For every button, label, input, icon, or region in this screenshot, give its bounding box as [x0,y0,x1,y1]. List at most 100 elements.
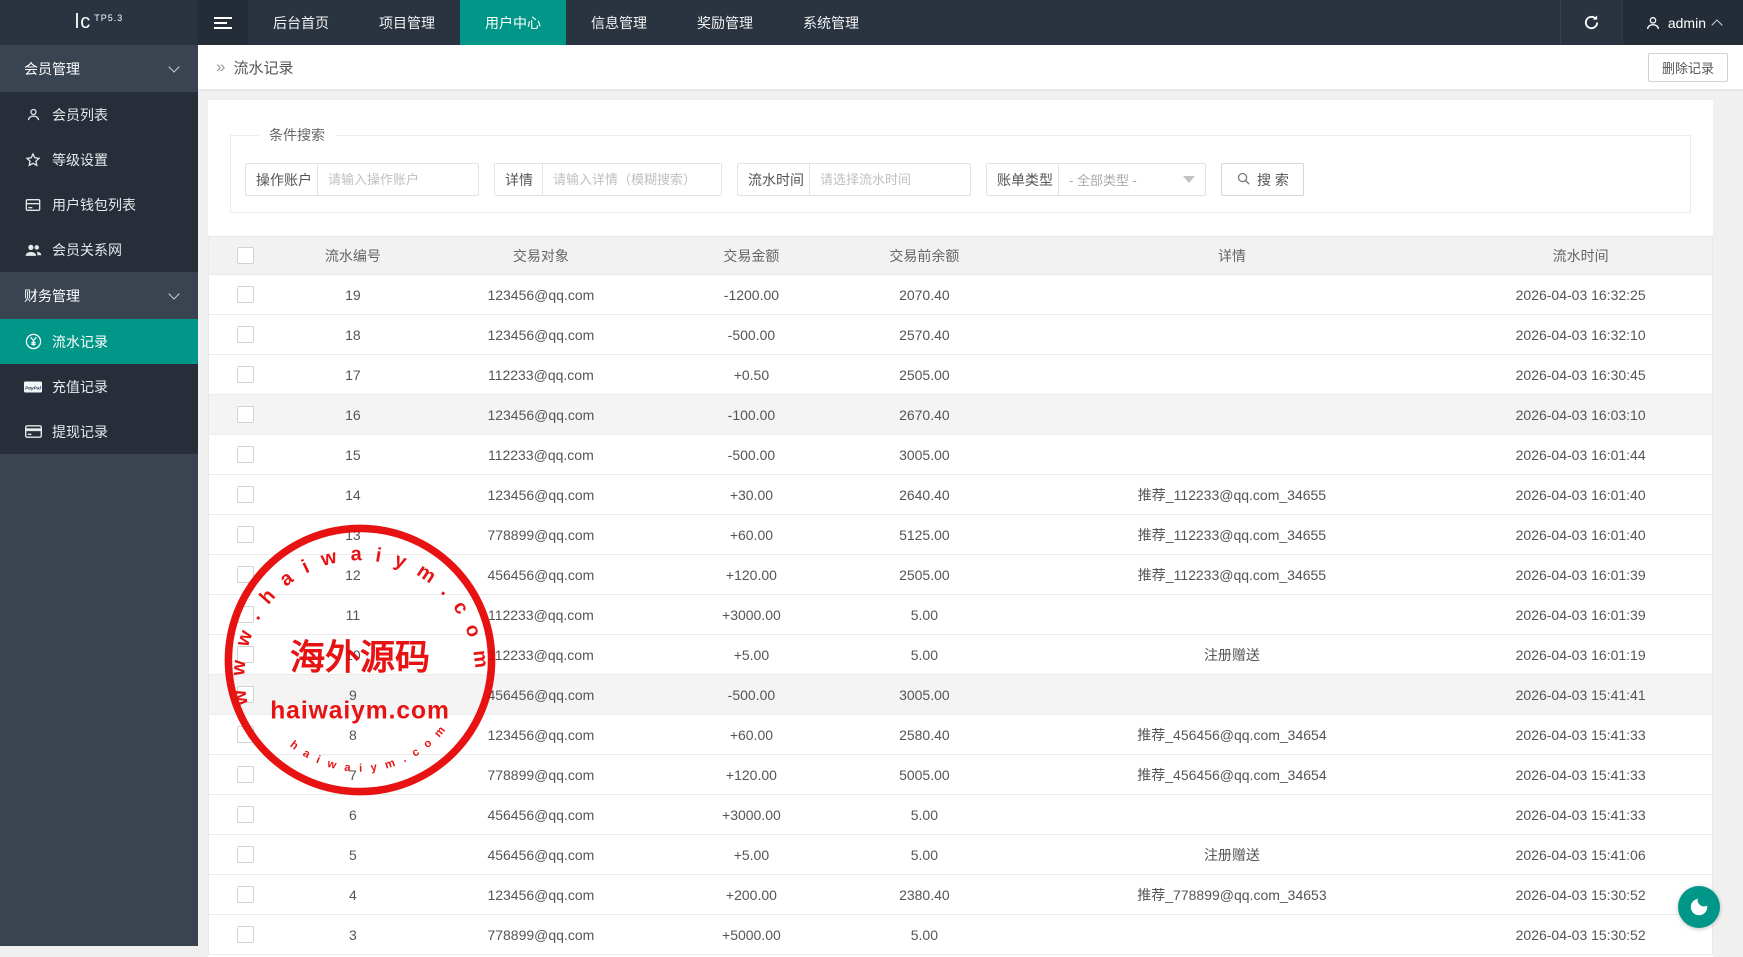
bill-type-select[interactable]: - 全部类型 - [1059,164,1205,195]
cell-detail [1015,315,1450,355]
col-header-account: 交易对象 [413,237,669,275]
sidebar-item-用户钱包列表[interactable]: 用户钱包列表 [0,182,198,227]
cell-amount: +30.00 [669,475,834,515]
row-checkbox[interactable] [237,606,254,623]
cell-id: 19 [293,275,413,315]
search-button[interactable]: 搜 索 [1221,163,1304,196]
cell-account: 456456@qq.com [413,675,669,715]
row-checkbox[interactable] [237,286,254,303]
row-checkbox[interactable] [237,926,254,943]
app-version: TP5.3 [94,13,123,23]
sidebar-item-充值记录[interactable]: PayPal充值记录 [0,364,198,409]
table-header-row: 流水编号 交易对象 交易金额 交易前余额 详情 流水时间 [209,237,1713,275]
cell-id: 18 [293,315,413,355]
col-header-time: 流水时间 [1449,237,1712,275]
hamburger-icon [214,14,232,32]
search-input-0[interactable] [318,164,478,195]
row-checkbox[interactable] [237,446,254,463]
search-input-2[interactable] [810,164,970,195]
cell-balance: 2580.40 [834,715,1014,755]
sidebar-toggle-button[interactable] [198,0,248,45]
row-checkbox[interactable] [237,406,254,423]
sidebar-item-会员关系网[interactable]: 会员关系网 [0,227,198,272]
row-checkbox[interactable] [237,726,254,743]
cell-detail [1015,795,1450,835]
cell-time: 2026-04-03 16:03:10 [1449,395,1712,435]
sidebar-item-流水记录[interactable]: 流水记录 [0,319,198,364]
col-header-detail: 详情 [1015,237,1450,275]
top-nav-item-1[interactable]: 项目管理 [354,0,460,45]
cell-account: 112233@qq.com [413,435,669,475]
chevron-down-icon [168,61,179,72]
sidebar-item-label: 流水记录 [52,332,108,352]
delete-records-button[interactable]: 删除记录 [1648,53,1728,82]
search-row: 操作账户详情流水时间账单类型- 全部类型 -搜 索 [245,163,1676,196]
sidebar-item-会员列表[interactable]: 会员列表 [0,92,198,137]
top-nav-item-4[interactable]: 奖励管理 [672,0,778,45]
cell-amount: +60.00 [669,515,834,555]
top-nav-item-0[interactable]: 后台首页 [248,0,354,45]
records-table: 流水编号 交易对象 交易金额 交易前余额 详情 流水时间 19 123456@qq… [208,236,1713,955]
cell-balance: 5.00 [834,595,1014,635]
cell-detail: 推荐_112233@qq.com_34655 [1015,555,1450,595]
row-checkbox[interactable] [237,646,254,663]
row-checkbox[interactable] [237,766,254,783]
row-checkbox[interactable] [237,846,254,863]
sidebar-item-label: 充值记录 [52,377,108,397]
cell-time: 2026-04-03 16:01:40 [1449,475,1712,515]
cell-account: 123456@qq.com [413,715,669,755]
cell-id: 14 [293,475,413,515]
row-checkbox[interactable] [237,806,254,823]
cell-amount: -1200.00 [669,275,834,315]
float-action-icon [1688,896,1710,918]
row-checkbox[interactable] [237,366,254,383]
table-row-16: 16123456@qq.com-100.002670.402026-04-03 … [209,395,1713,435]
cell-balance: 3005.00 [834,675,1014,715]
star-icon [24,152,42,168]
cell-amount: +120.00 [669,555,834,595]
cell-id: 9 [293,675,413,715]
refresh-button[interactable] [1560,0,1622,45]
cell-account: 456456@qq.com [413,835,669,875]
cell-detail [1015,395,1450,435]
username: admin [1668,15,1706,31]
cell-detail: 注册赠送 [1015,835,1450,875]
sidebar-group-0[interactable]: 会员管理 [0,45,198,92]
select-all-checkbox[interactable] [237,247,254,264]
card-icon [24,425,42,438]
sidebar-item-等级设置[interactable]: 等级设置 [0,137,198,182]
cell-time: 2026-04-03 16:30:45 [1449,355,1712,395]
row-checkbox[interactable] [237,526,254,543]
row-checkbox[interactable] [237,566,254,583]
cell-id: 15 [293,435,413,475]
sidebar-item-提现记录[interactable]: 提现记录 [0,409,198,454]
search-input-1[interactable] [543,164,721,195]
row-checkbox[interactable] [237,886,254,903]
cell-amount: -500.00 [669,675,834,715]
table-row-18: 18123456@qq.com-500.002570.402026-04-03 … [209,315,1713,355]
row-checkbox[interactable] [237,326,254,343]
top-navigation: 后台首页项目管理用户中心信息管理奖励管理系统管理 [248,0,884,45]
cell-amount: +5.00 [669,635,834,675]
cell-amount: +3000.00 [669,795,834,835]
floating-action-button[interactable] [1678,886,1720,928]
top-nav-item-3[interactable]: 信息管理 [566,0,672,45]
table-row-17: 17112233@qq.com+0.502505.002026-04-03 16… [209,355,1713,395]
cell-id: 5 [293,835,413,875]
table-row-4: 4123456@qq.com+200.002380.40推荐_778899@qq… [209,875,1713,915]
cell-balance: 5125.00 [834,515,1014,555]
row-checkbox[interactable] [237,486,254,503]
cell-detail [1015,675,1450,715]
user-menu[interactable]: admin [1622,0,1743,45]
cell-amount: +0.50 [669,355,834,395]
row-checkbox[interactable] [237,686,254,703]
top-nav-item-5[interactable]: 系统管理 [778,0,884,45]
table-row-5: 5456456@qq.com+5.005.00注册赠送2026-04-03 15… [209,835,1713,875]
cell-detail [1015,355,1450,395]
chevron-up-icon [1711,19,1722,30]
sidebar-group-1[interactable]: 财务管理 [0,272,198,319]
cell-amount: -500.00 [669,435,834,475]
top-nav-item-2[interactable]: 用户中心 [460,0,566,45]
search-panel-legend: 条件搜索 [259,125,335,145]
cell-balance: 2570.40 [834,315,1014,355]
